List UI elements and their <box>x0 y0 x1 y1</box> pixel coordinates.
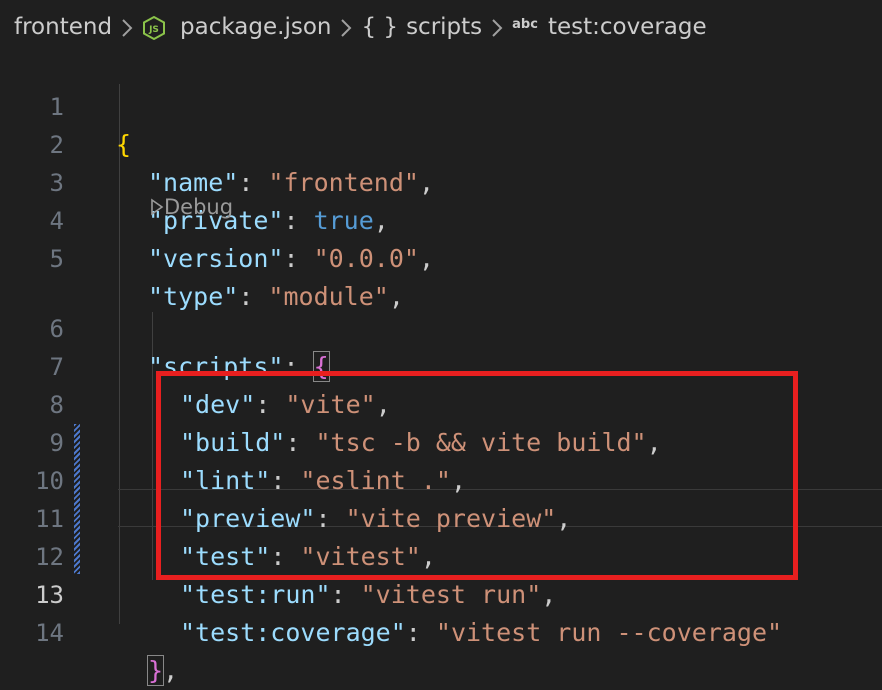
json-key: "version" <box>148 244 284 273</box>
code-line[interactable]: 14 }, <box>0 576 882 686</box>
abc-string-icon: abc <box>512 17 538 32</box>
js-file-icon: JS <box>142 15 166 40</box>
debug-codelens[interactable]: Debug <box>150 189 233 225</box>
breadcrumb-file[interactable]: JS package.json <box>142 14 331 40</box>
breadcrumb: frontend JS package.json { } scripts abc t… <box>0 0 882 54</box>
breadcrumb-file-label: package.json <box>180 14 332 40</box>
breadcrumb-object[interactable]: { } scripts <box>361 14 482 40</box>
play-outline-icon <box>151 198 164 216</box>
breadcrumb-folder[interactable]: frontend <box>14 14 112 40</box>
code-line[interactable]: 7 "dev": "vite", <box>0 310 882 419</box>
code-line[interactable]: 1 { <box>0 50 882 159</box>
json-string-value: "vitest run --coverage" <box>435 618 783 647</box>
breadcrumb-object-label: scripts <box>406 14 483 40</box>
highlight-annotation-box <box>156 371 798 580</box>
code-line[interactable]: 5 "type": "module", <box>0 202 882 311</box>
braces-icon: { } <box>361 14 399 40</box>
breadcrumb-string[interactable]: abc test:coverage <box>512 14 707 40</box>
code-line[interactable]: 3 "private": true, <box>0 126 882 235</box>
breadcrumb-string-label: test:coverage <box>547 14 707 40</box>
json-string-value: "0.0.0" <box>313 244 419 273</box>
code-line[interactable]: 2 "name": "frontend", <box>0 88 882 197</box>
chevron-right-icon <box>482 14 512 40</box>
debug-codelens-label: Debug <box>164 195 234 219</box>
close-brace: } <box>146 655 165 686</box>
chevron-right-icon <box>331 14 361 40</box>
svg-text:JS: JS <box>148 25 159 35</box>
chevron-right-icon <box>112 14 142 40</box>
line-number: 14 <box>35 619 64 647</box>
code-line[interactable]: 6 "scripts": { <box>0 272 882 382</box>
json-key: "test:coverage" <box>180 618 406 647</box>
code-line[interactable]: 4 "version": "0.0.0", <box>0 164 882 273</box>
